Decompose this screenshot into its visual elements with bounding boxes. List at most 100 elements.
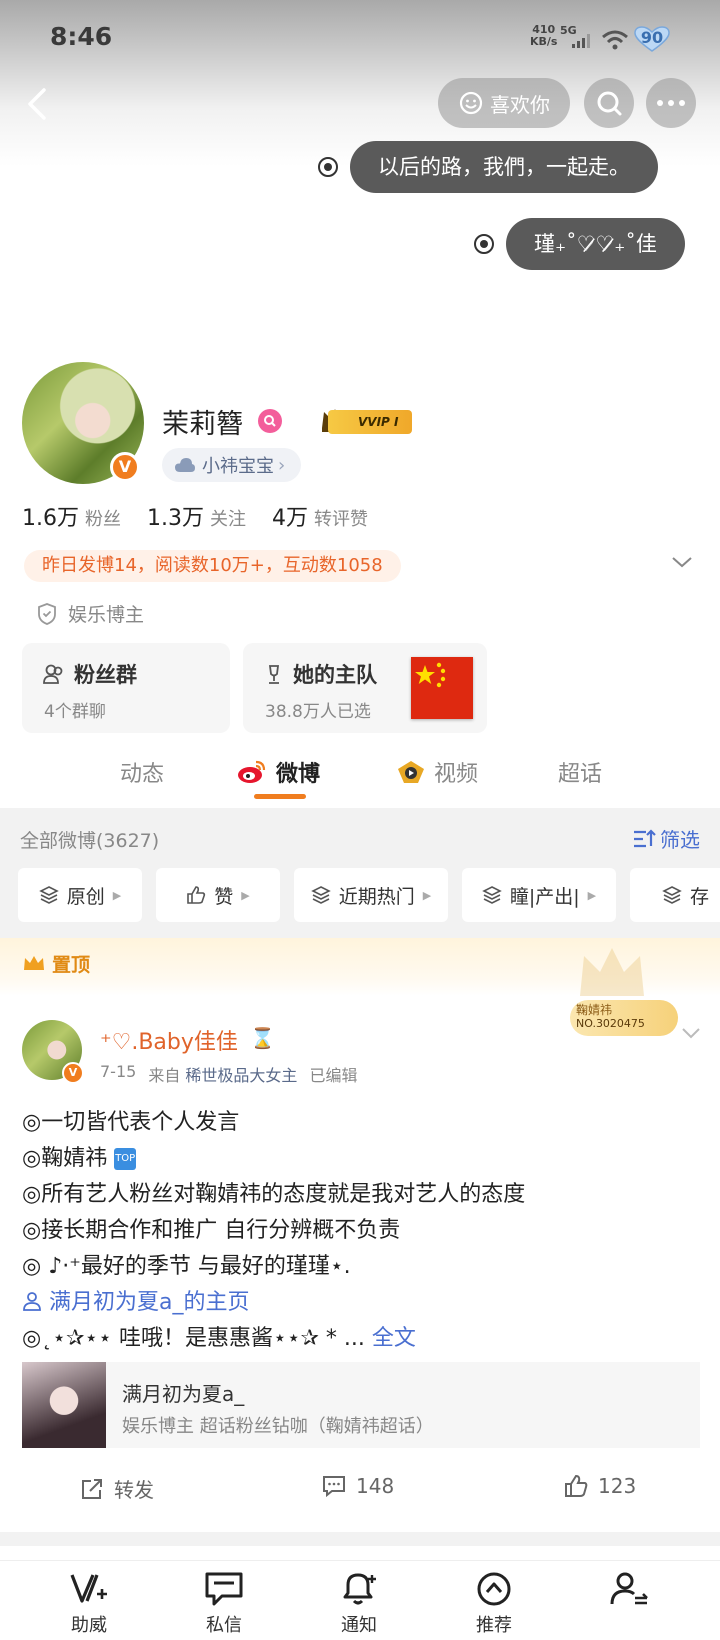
comment-count: 148 [356, 1474, 395, 1498]
top-nav: 喜欢你 [0, 76, 720, 132]
stat-num: 1.3万 [147, 506, 204, 531]
like-label: 喜欢你 [490, 92, 550, 117]
bubble-row-1: 以后的路，我們，一起走。 [318, 141, 658, 193]
pinned-label: 置顶 [52, 954, 91, 976]
post-line-3: ◎所有艺人粉丝对鞠婧祎的态度就是我对艺人的态度 [22, 1182, 526, 1207]
layers-icon [310, 886, 331, 904]
like-count: 123 [598, 1474, 637, 1498]
referenced-user-name: 满月初为夏a_ [122, 1382, 245, 1406]
comment-button[interactable]: 148 [322, 1474, 394, 1498]
repost-button[interactable]: 转发 [80, 1474, 154, 1503]
fan-club-label: 小祎宝宝 [202, 456, 274, 477]
tab-super-topic[interactable]: 超话 [558, 756, 602, 788]
post-source[interactable]: 稀世极品大女主 [185, 1066, 297, 1085]
bottom-nav-label: 私信 [206, 1615, 242, 1636]
chevron-down-icon[interactable] [680, 1026, 702, 1040]
stat-following[interactable]: 1.3万 关注 [147, 500, 246, 532]
chip-arrow-icon: ▶ [422, 888, 432, 902]
bottom-nav-profile[interactable] [579, 1569, 679, 1611]
chip-arrow-icon: ▶ [241, 888, 250, 902]
repost-label: 转发 [114, 1478, 154, 1502]
fan-badge[interactable]: 鞠婧祎 NO.3020475 [570, 1000, 678, 1036]
like-post-button[interactable]: 123 [564, 1474, 636, 1498]
bottom-nav-recommend[interactable]: 推荐 [444, 1569, 544, 1637]
chip-arrow-icon: ▶ [587, 888, 597, 902]
fulltext-link[interactable]: 全文 [372, 1326, 416, 1351]
pinned-label-row: 置顶 [22, 950, 90, 977]
bottom-nav-notifications[interactable]: 通知 [309, 1569, 409, 1637]
search-tag-icon[interactable] [258, 409, 282, 433]
net-speed: 410 KB/s [530, 24, 557, 48]
bottom-nav-messages[interactable]: 私信 [174, 1569, 274, 1637]
post-author[interactable]: ⁺♡.Baby佳佳 [100, 1024, 238, 1056]
weibo-icon [238, 760, 266, 783]
top-arrow-icon: TOP [114, 1148, 137, 1170]
bottom-nav-label: 助威 [71, 1615, 107, 1636]
referenced-user-card[interactable]: 满月初为夏a_ 娱乐博主 超话粉丝钻咖（鞠婧祎超话） [22, 1362, 700, 1448]
fan-club-chip[interactable]: 小祎宝宝 › [162, 448, 302, 482]
search-button[interactable] [584, 78, 634, 128]
tab-dynamics[interactable]: 动态 [120, 756, 164, 788]
chip-label: 存 [690, 885, 710, 908]
wifi-icon [602, 30, 628, 50]
bottom-nav-label: 通知 [341, 1615, 377, 1636]
tab-video[interactable]: 视频 [396, 756, 478, 788]
verified-badge-icon: V [62, 1062, 84, 1084]
stat-num: 4万 [272, 506, 308, 531]
stat-interactions[interactable]: 4万 转评赞 [272, 500, 368, 532]
vvip-badge[interactable]: VVIP Ⅰ [328, 410, 413, 434]
back-icon[interactable] [16, 82, 60, 126]
filter-label: 筛选 [660, 828, 700, 852]
more-button[interactable] [646, 78, 696, 128]
repost-icon [82, 1478, 102, 1499]
profile-page: 8:46 410 KB/s 5G 90 喜欢你 以后的路，我們，一起走。 瑾₊˚… [0, 0, 720, 1640]
crown-icon [24, 955, 44, 970]
filter-icon [634, 828, 656, 847]
trophy-icon [268, 665, 280, 684]
chip-recent-hot[interactable]: 近期热门 ▶ [294, 868, 448, 922]
stat-followers[interactable]: 1.6万 粉丝 [22, 500, 121, 532]
signal-icon [572, 34, 590, 48]
chip-saved[interactable]: 存 [630, 868, 720, 922]
message-icon [205, 1572, 243, 1606]
filter-button[interactable]: 筛选 [632, 824, 700, 853]
status-bar: 8:46 410 KB/s 5G 90 [0, 0, 720, 72]
tab-active-indicator [254, 794, 306, 799]
stat-label: 关注 [210, 509, 246, 530]
chevron-down-icon[interactable] [670, 554, 694, 570]
chip-output[interactable]: 瞳|产出| ▶ [462, 868, 616, 922]
compass-up-icon [477, 1572, 511, 1606]
fan-badge-number: NO.3020475 [576, 1017, 645, 1030]
post-from-text: 来自 [148, 1066, 181, 1085]
fans-group-title: 粉丝群 [74, 663, 137, 687]
thumb-up-icon [187, 886, 206, 904]
layers-icon [38, 886, 59, 904]
bottom-nav-cheer[interactable]: 助威 [39, 1569, 139, 1637]
chip-likes[interactable]: 赞 ▶ [156, 868, 280, 922]
chip-label: 瞳|产出| [509, 885, 580, 908]
post-line-7: ◎˛⋆✰⋆⋆ 哇哦！是惠惠酱⋆⋆✰ * ... 全文 [22, 1320, 416, 1352]
comment-icon [323, 1476, 345, 1498]
chip-original[interactable]: 原创 ▶ [18, 868, 142, 922]
chip-label: 赞 [214, 885, 234, 908]
hug-icon [459, 91, 483, 115]
bell-icon [343, 1573, 376, 1605]
layers-icon [662, 886, 682, 904]
verified-badge-icon: V [110, 452, 140, 482]
bottom-nav-label: 推荐 [476, 1615, 512, 1636]
username: 茉莉簪 [162, 409, 243, 440]
tab-weibo[interactable]: 微博 [236, 756, 320, 788]
home-team-card[interactable]: 她的主队 38.8万人已选 [243, 643, 487, 733]
homepage-link[interactable]: 满月初为夏a_的主页 [22, 1284, 249, 1316]
user-icon [23, 1292, 41, 1311]
bubble-text-1[interactable]: 以后的路，我們，一起走。 [350, 141, 658, 193]
bubble-dot-icon [318, 157, 338, 177]
fans-group-card[interactable]: 粉丝群 4个群聊 [22, 643, 230, 733]
activity-summary[interactable]: 昨日发博14，阅读数10万+，互动数1058 [24, 550, 401, 582]
section-separator [0, 1532, 720, 1546]
stat-label: 转评赞 [314, 509, 368, 530]
shield-icon [38, 602, 56, 625]
cheer-icon [70, 1574, 107, 1603]
bubble-text-2[interactable]: 瑾₊˚♡̷̷♡̷̷₊˚佳 [506, 218, 685, 270]
like-button[interactable]: 喜欢你 [438, 78, 570, 128]
